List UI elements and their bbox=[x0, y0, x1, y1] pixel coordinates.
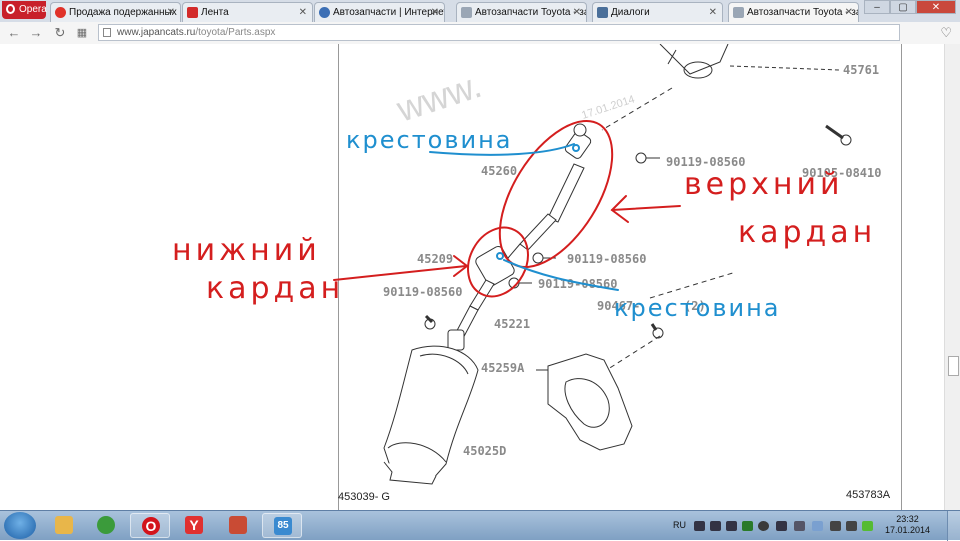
tab-title: Лента bbox=[201, 7, 229, 18]
reload-button[interactable]: ↻ bbox=[52, 25, 68, 41]
app-icon: 85 bbox=[274, 517, 292, 535]
forward-button[interactable]: → bbox=[28, 25, 44, 41]
page-icon bbox=[103, 28, 111, 37]
app-icon bbox=[229, 516, 247, 534]
battery-icon[interactable] bbox=[862, 521, 873, 531]
tray-app-icon[interactable] bbox=[776, 521, 787, 531]
annotation-lower-cardan-line2: кардан bbox=[206, 271, 344, 306]
part-number-label[interactable]: 45025D bbox=[463, 444, 506, 458]
part-number-label[interactable]: 45259A bbox=[481, 361, 525, 375]
taskbar-chrome[interactable] bbox=[86, 513, 126, 538]
part-number-label[interactable]: 45761 bbox=[843, 63, 879, 77]
close-tab-icon[interactable]: ✕ bbox=[845, 3, 853, 22]
url-path: /toyota/Parts.aspx bbox=[195, 27, 276, 38]
part-number-label[interactable]: 45209 bbox=[417, 252, 453, 266]
part-number-label[interactable]: 45260 bbox=[481, 164, 517, 178]
tab-title: Автозапчасти Toyota - за bbox=[475, 7, 587, 18]
folder-icon bbox=[55, 516, 73, 534]
watermark-text: www. bbox=[391, 64, 486, 130]
watermark-date: 17.01.2014 bbox=[580, 93, 636, 121]
address-bar: ← → ↻ ▦ www.japancats.ru/toyota/Parts.as… bbox=[0, 22, 960, 45]
volume-icon[interactable] bbox=[846, 521, 857, 531]
tab-title: Диалоги bbox=[611, 7, 650, 18]
annotation-upper-cross: крестовина bbox=[346, 126, 513, 154]
taskbar-explorer[interactable] bbox=[44, 513, 84, 538]
annotation-lower-cardan-line1: нижний bbox=[172, 233, 321, 268]
diagram-ref-right: 453783A bbox=[846, 489, 891, 501]
tray-app-icon[interactable] bbox=[694, 521, 705, 531]
window-controls: – ▢ ✕ bbox=[864, 0, 956, 14]
maximize-button[interactable]: ▢ bbox=[890, 0, 916, 14]
close-tab-icon[interactable]: ✕ bbox=[167, 3, 175, 22]
tab-lenta[interactable]: Лента ✕ bbox=[182, 2, 313, 22]
column-boot bbox=[383, 345, 479, 485]
tray-app-icon[interactable] bbox=[726, 521, 737, 531]
drive2-icon bbox=[187, 7, 198, 18]
opera-menu-label: Opera bbox=[19, 4, 47, 15]
bookmark-heart-icon[interactable]: ♡ bbox=[940, 25, 952, 41]
taskbar-yandex[interactable]: Y bbox=[174, 513, 214, 538]
page-icon bbox=[733, 7, 744, 18]
annotation-upper-cardan-line1: верхний bbox=[684, 167, 844, 202]
url-host: www.japancats.ru bbox=[117, 27, 196, 38]
close-tab-icon[interactable]: ✕ bbox=[299, 3, 307, 22]
drom-icon bbox=[55, 7, 66, 18]
vertical-scrollbar[interactable] bbox=[944, 44, 960, 510]
language-indicator[interactable]: RU bbox=[673, 520, 686, 530]
flag-icon[interactable] bbox=[812, 521, 823, 531]
opera-icon: O bbox=[142, 517, 160, 535]
back-button[interactable]: ← bbox=[6, 25, 22, 41]
tray-app-icon[interactable] bbox=[710, 521, 721, 531]
minimize-button[interactable]: – bbox=[864, 0, 890, 14]
taskbar-app5[interactable] bbox=[218, 513, 258, 538]
globe-icon bbox=[319, 7, 330, 18]
url-input[interactable]: www.japancats.ru/toyota/Parts.aspx bbox=[98, 24, 900, 41]
tab-autoparts-shop[interactable]: Автозапчасти | Интернет ✕ bbox=[314, 2, 445, 22]
annotation-lower-cross: крестовина bbox=[614, 294, 781, 322]
page-icon bbox=[461, 7, 472, 18]
close-tab-icon[interactable]: ✕ bbox=[573, 3, 581, 22]
clock-date: 17.01.2014 bbox=[884, 525, 930, 535]
clock-time: 23:32 bbox=[896, 514, 919, 524]
yandex-browser-icon: Y bbox=[185, 516, 203, 534]
tab-title: Автозапчасти | Интернет bbox=[333, 7, 445, 18]
vk-icon bbox=[597, 7, 608, 18]
tab-toyota-parts-1[interactable]: Автозапчасти Toyota - за ✕ bbox=[456, 2, 587, 22]
part-number-label[interactable]: 45221 bbox=[494, 317, 530, 331]
diagram-ref-left: 453039- G bbox=[338, 491, 390, 503]
parts-diagram: www. 17.01.2014 45761 45260 90119-08560 … bbox=[172, 44, 891, 503]
chrome-icon bbox=[97, 516, 115, 534]
close-window-button[interactable]: ✕ bbox=[916, 0, 956, 14]
close-tab-icon[interactable]: ✕ bbox=[431, 3, 439, 22]
opera-menu-button[interactable]: Opera bbox=[2, 1, 47, 19]
part-number-label[interactable]: 90119-08560 bbox=[538, 277, 617, 291]
windows-taskbar: O Y 85 RU 23:32 17.01.2014 bbox=[0, 510, 960, 541]
tab-toyota-parts-active[interactable]: Автозапчасти Toyota - за ✕ bbox=[728, 2, 859, 23]
tray-app-icon[interactable] bbox=[794, 521, 805, 531]
close-tab-icon[interactable]: ✕ bbox=[709, 3, 717, 22]
tab-strip: Opera Продажа подержанных в ✕ Лента ✕ Авто… bbox=[0, 0, 960, 23]
column-bracket bbox=[536, 353, 633, 451]
part-number-label[interactable]: 90119-08560 bbox=[383, 285, 462, 299]
annotation-upper-cardan-line2: кардан bbox=[738, 215, 876, 250]
opera-logo-icon bbox=[6, 4, 15, 14]
start-button[interactable] bbox=[4, 512, 36, 539]
tab-drom[interactable]: Продажа подержанных в ✕ bbox=[50, 2, 181, 22]
tray-app-icon[interactable] bbox=[758, 521, 769, 531]
tab-title: Автозапчасти Toyota - за bbox=[747, 7, 859, 18]
tab-title: Продажа подержанных в bbox=[69, 7, 181, 18]
scrollbar-thumb[interactable] bbox=[948, 356, 959, 376]
page-content: www. 17.01.2014 45761 45260 90119-08560 … bbox=[0, 44, 960, 510]
intermediate-shaft bbox=[507, 123, 592, 259]
network-icon[interactable] bbox=[830, 521, 841, 531]
taskbar-clock[interactable]: 23:32 17.01.2014 bbox=[885, 514, 930, 536]
tray-app-icon[interactable] bbox=[742, 521, 753, 531]
tab-dialogs[interactable]: Диалоги ✕ bbox=[592, 2, 723, 22]
part-number-label[interactable]: 90119-08560 bbox=[567, 252, 646, 266]
show-desktop-button[interactable] bbox=[947, 511, 960, 541]
speed-dial-icon[interactable]: ▦ bbox=[74, 25, 90, 41]
taskbar-opera[interactable]: O bbox=[130, 513, 170, 538]
steering-column-top bbox=[601, 44, 841, 131]
taskbar-app6[interactable]: 85 bbox=[262, 513, 302, 538]
